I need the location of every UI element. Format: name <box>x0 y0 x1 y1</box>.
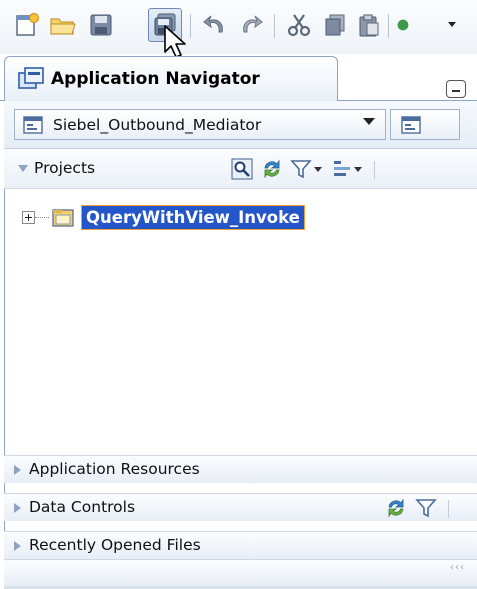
paste-icon <box>359 14 379 37</box>
filter-icon <box>290 160 312 179</box>
view-options-button[interactable] <box>330 157 354 181</box>
scroll-left-icon[interactable]: ‹‹‹ <box>450 562 465 573</box>
undo-icon <box>203 15 223 33</box>
application-navigator-icon <box>18 67 44 89</box>
toolbar-separator <box>448 500 449 518</box>
toolbar-separator <box>274 14 275 38</box>
section-application-resources[interactable]: Application Resources <box>4 455 477 483</box>
data-controls-filter-button[interactable] <box>414 496 438 520</box>
refresh-button[interactable] <box>260 157 284 181</box>
panel-status-bar <box>4 559 477 586</box>
redo-icon <box>243 15 263 33</box>
projects-section-header[interactable]: Projects <box>4 149 477 189</box>
main-toolbar <box>0 0 477 54</box>
save-button[interactable] <box>84 8 118 42</box>
copy-button[interactable] <box>318 8 352 42</box>
redo-button[interactable] <box>234 8 268 42</box>
tab-application-navigator[interactable]: Application Navigator <box>4 56 338 101</box>
section-recently-opened-files[interactable]: Recently Opened Files <box>4 531 477 559</box>
expand-triangle-icon <box>14 541 21 551</box>
panel-title: Application Navigator <box>51 69 260 89</box>
collapse-triangle-icon <box>18 165 28 172</box>
project-folder-icon <box>52 209 74 227</box>
application-menu-button[interactable] <box>390 109 460 140</box>
minimize-panel-button[interactable] <box>446 80 466 98</box>
filter-button[interactable] <box>289 157 313 181</box>
toolbar-separator <box>190 14 191 38</box>
save-all-button[interactable] <box>148 8 182 42</box>
section-label: Recently Opened Files <box>29 536 201 554</box>
section-label: Data Controls <box>29 498 136 516</box>
toolbar-overflow-button[interactable] <box>396 8 410 42</box>
tree-options-icon <box>334 161 350 176</box>
new-button[interactable] <box>10 8 44 42</box>
search-button[interactable] <box>230 157 254 181</box>
application-icon <box>23 115 43 134</box>
open-folder-icon <box>50 18 76 35</box>
search-icon <box>231 158 253 180</box>
save-icon <box>90 14 112 36</box>
tree-item-project[interactable]: QueryWithView_Invoke <box>22 204 305 230</box>
expand-plus-icon[interactable] <box>22 210 35 224</box>
cut-icon <box>287 14 311 37</box>
application-select-value: Siebel_Outbound_Mediator <box>53 115 262 134</box>
filter-icon <box>415 499 437 518</box>
application-menu-icon <box>401 116 421 134</box>
cut-button[interactable] <box>282 8 316 42</box>
chevron-down-icon <box>363 118 375 125</box>
paste-button[interactable] <box>352 8 386 42</box>
expand-triangle-icon <box>14 503 21 513</box>
filter-dropdown-icon[interactable] <box>314 167 322 172</box>
save-all-icon <box>154 13 176 36</box>
projects-label: Projects <box>34 159 96 177</box>
chevron-down-icon <box>448 22 456 27</box>
refresh-icon <box>388 498 404 518</box>
open-button[interactable] <box>46 8 80 42</box>
data-controls-refresh-button[interactable] <box>384 496 408 520</box>
tree-item-label: QueryWithView_Invoke <box>81 204 305 230</box>
tree-connector <box>35 216 49 218</box>
undo-button[interactable] <box>198 8 232 42</box>
toolbar-separator <box>388 14 389 38</box>
copy-icon <box>325 14 345 36</box>
section-label: Application Resources <box>29 460 200 478</box>
section-data-controls[interactable]: Data Controls <box>4 493 477 521</box>
run-icon <box>397 19 409 31</box>
new-icon <box>16 13 39 36</box>
application-select[interactable]: Siebel_Outbound_Mediator <box>14 109 386 140</box>
refresh-icon <box>264 159 280 179</box>
expand-triangle-icon <box>14 465 21 475</box>
toolbar-separator <box>374 161 375 179</box>
view-options-dropdown-icon[interactable] <box>354 167 362 172</box>
application-selector-bar: Siebel_Outbound_Mediator <box>4 101 477 149</box>
